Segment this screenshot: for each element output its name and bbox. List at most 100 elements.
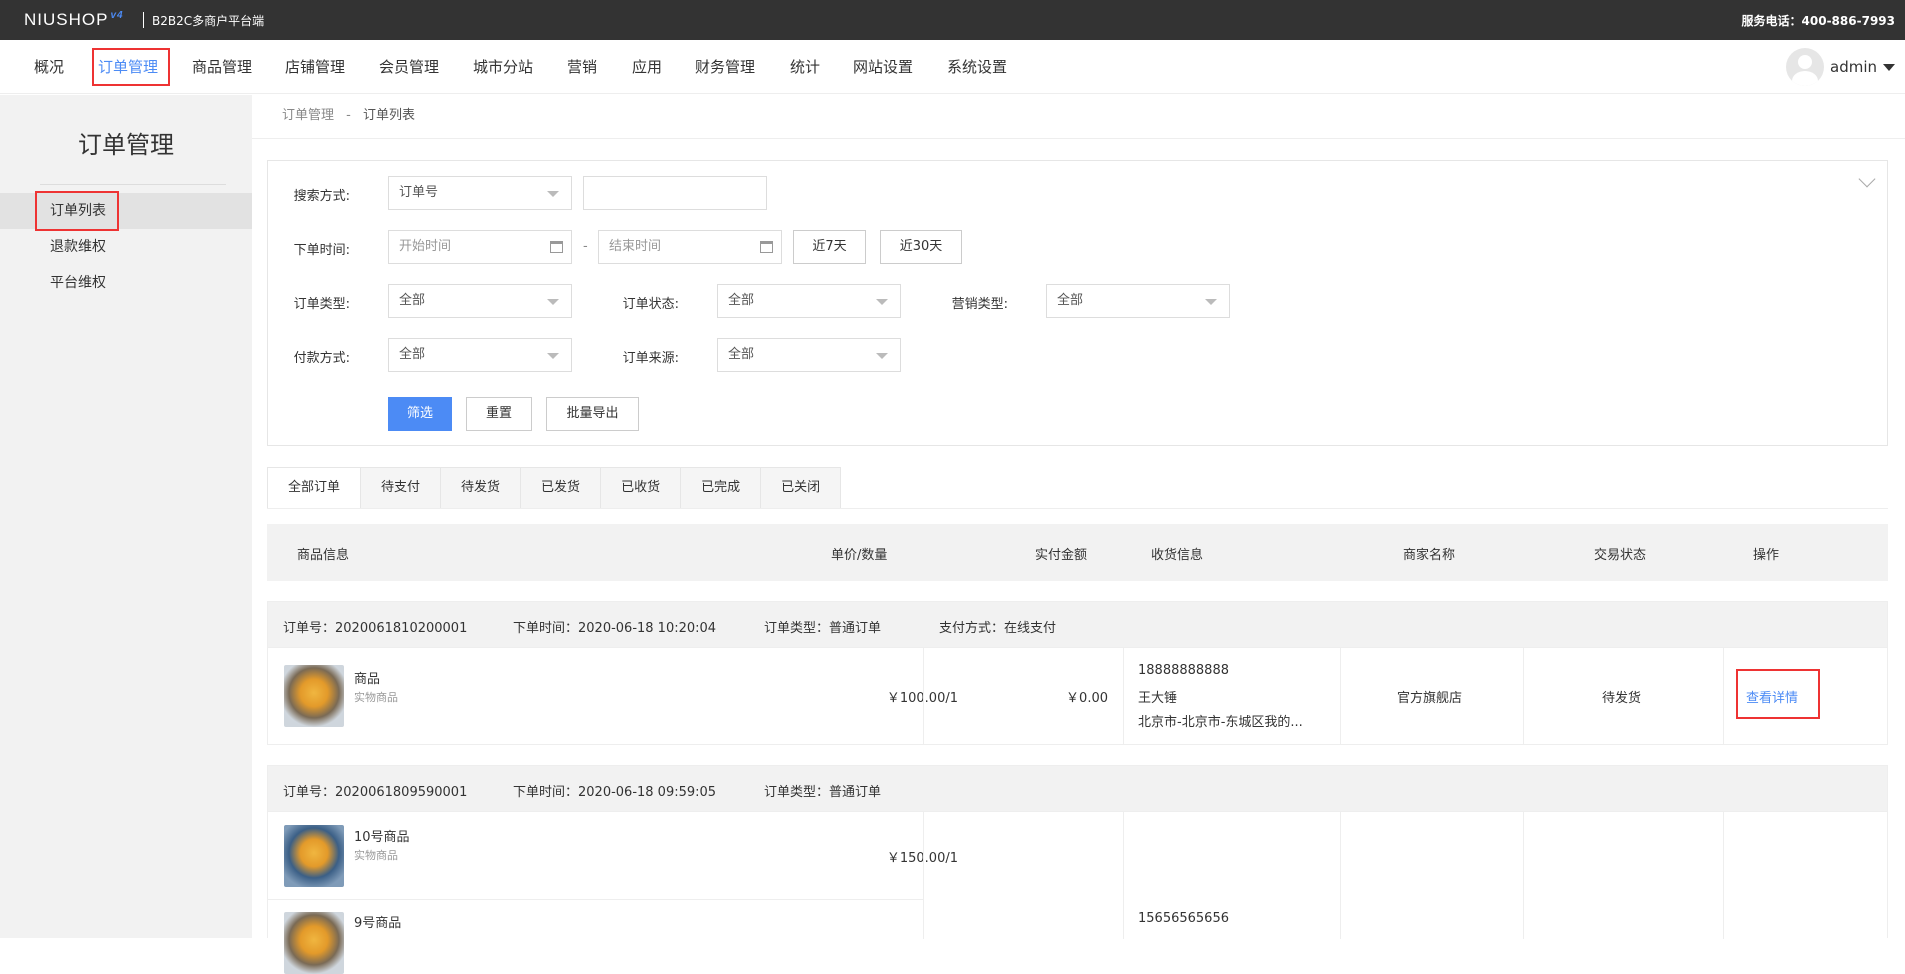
date-range-dash: - [583,239,588,254]
shop-name: 官方旗舰店 [1397,691,1463,706]
chevron-down-icon [1883,63,1895,71]
logo-divider [143,12,144,28]
order-source-select[interactable]: 全部 [717,338,901,372]
search-input[interactable] [583,176,767,210]
nav-statistics[interactable]: 统计 [790,56,820,77]
header-paid-amount: 实付金额 [1035,548,1088,563]
column-divider [1723,811,1724,939]
nav-system-settings[interactable]: 系统设置 [947,56,1007,77]
user-name: admin [1830,58,1877,76]
sidebar-divider [40,184,226,185]
platform-subtitle: B2B2C多商户平台端 [152,14,265,28]
column-divider [1123,648,1124,744]
order-type: 订单类型：普通订单 [764,785,882,800]
column-divider [1123,811,1124,939]
product-name[interactable]: 商品 [354,668,380,687]
breadcrumb-parent[interactable]: 订单管理 [282,108,334,123]
filter-button[interactable]: 筛选 [388,397,452,431]
sidebar-title: 订单管理 [78,131,174,159]
top-bar: NIUSHOP v4 B2B2C多商户平台端 服务电话：400-886-7993 [0,0,1905,40]
order-number: 订单号：2020061810200001 [283,621,468,636]
main-nav: 概况 订单管理 商品管理 店铺管理 会员管理 城市分站 营销 应用 财务管理 统… [0,40,1905,94]
order-status-label: 订单状态: [622,297,679,312]
marketing-type-select[interactable]: 全部 [1046,284,1230,318]
batch-export-button[interactable]: 批量导出 [546,397,639,431]
payment-method-label: 付款方式: [293,351,350,366]
nav-overview[interactable]: 概况 [34,56,64,77]
order-type-select[interactable]: 全部 [388,284,572,318]
reset-button[interactable]: 重置 [466,397,532,431]
nav-member-management[interactable]: 会员管理 [379,56,439,77]
user-menu[interactable]: admin [1786,48,1895,86]
nav-finance[interactable]: 财务管理 [695,56,755,77]
order-number: 订单号：2020061809590001 [283,785,468,800]
tab-completed[interactable]: 已完成 [681,467,762,509]
product-image [284,665,344,727]
order-card: 订单号：2020061810200001 下单时间：2020-06-18 10:… [267,601,1888,745]
sidebar-item-refund[interactable]: 退款维权 [0,229,252,265]
breadcrumb-separator: - [346,108,351,123]
trade-status: 待发货 [1602,691,1642,706]
product-image [284,912,344,974]
marketing-type-label: 营销类型: [951,297,1008,312]
table-row: 9号商品 [268,899,923,974]
header-price-qty: 单价/数量 [831,548,888,563]
order-source-label: 订单来源: [622,351,679,366]
tab-pending-shipment[interactable]: 待发货 [441,467,522,509]
payment-method-select[interactable]: 全部 [388,338,572,372]
table-header: 商品信息 单价/数量 实付金额 收货信息 商家名称 交易状态 操作 [267,524,1888,581]
tab-pending-payment[interactable]: 待支付 [361,467,442,509]
order-header: 订单号：2020061809590001 下单时间：2020-06-18 09:… [268,766,1887,811]
product-kind: 实物商品 [354,691,398,704]
order-tabs: 全部订单 待支付 待发货 已发货 已收货 已完成 已关闭 [267,467,842,509]
last-7-days-button[interactable]: 近7天 [793,230,866,264]
product-name[interactable]: 10号商品 [354,826,410,845]
column-divider [1340,648,1341,744]
nav-apps[interactable]: 应用 [632,56,662,77]
calendar-icon [760,241,773,253]
nav-site-settings[interactable]: 网站设置 [853,56,913,77]
search-method-label: 搜索方式: [293,189,350,204]
highlight-box [1736,669,1820,719]
nav-marketing[interactable]: 营销 [567,56,597,77]
highlight-box [92,48,170,86]
order-status-select[interactable]: 全部 [717,284,901,318]
product-kind: 实物商品 [354,849,398,862]
product-name[interactable]: 9号商品 [354,912,401,931]
table-row: 商品 实物商品 ￥100.00/1 ￥0.00 18888888888 王大锤 … [268,647,1887,744]
column-divider [1723,648,1724,744]
search-method-select[interactable]: 订单号 [388,176,572,210]
tab-received[interactable]: 已收货 [601,467,682,509]
order-time: 下单时间：2020-06-18 09:59:05 [513,785,717,800]
receiver-phone: 18888888888 [1138,663,1229,678]
start-time-input[interactable]: 开始时间 [388,230,572,264]
header-shop-name: 商家名称 [1403,548,1456,563]
product-image [284,825,344,887]
sidebar-item-platform-rights[interactable]: 平台维权 [0,265,252,301]
avatar [1786,48,1824,86]
header-action: 操作 [1753,548,1780,563]
receiver-phone: 15656565656 [1138,911,1229,926]
service-phone: 服务电话：400-886-7993 [1741,14,1895,28]
breadcrumb: 订单管理 - 订单列表 [252,95,1905,139]
sidebar: 订单管理 订单列表 退款维权 平台维权 [0,95,252,938]
nav-shop-management[interactable]: 店铺管理 [285,56,345,77]
column-divider [923,811,924,939]
niushop-logo: NIUSHOP v4 [24,10,124,29]
nav-goods-management[interactable]: 商品管理 [192,56,252,77]
tab-shipped[interactable]: 已发货 [521,467,602,509]
end-time-input[interactable]: 结束时间 [598,230,782,264]
chevron-down-icon[interactable] [1858,170,1876,188]
tab-all-orders[interactable]: 全部订单 [267,467,362,509]
header-trade-status: 交易状态 [1594,548,1647,563]
nav-city-branch[interactable]: 城市分站 [473,56,533,77]
breadcrumb-current: 订单列表 [363,108,416,123]
order-time: 下单时间：2020-06-18 10:20:04 [513,621,717,636]
tab-divider [267,508,1888,509]
payment-method: 支付方式：在线支付 [939,621,1057,636]
tab-closed[interactable]: 已关闭 [761,467,842,509]
column-divider [923,648,924,744]
last-30-days-button[interactable]: 近30天 [880,230,962,264]
calendar-icon [550,241,563,253]
unit-price-qty: ￥100.00/1 [828,687,958,706]
